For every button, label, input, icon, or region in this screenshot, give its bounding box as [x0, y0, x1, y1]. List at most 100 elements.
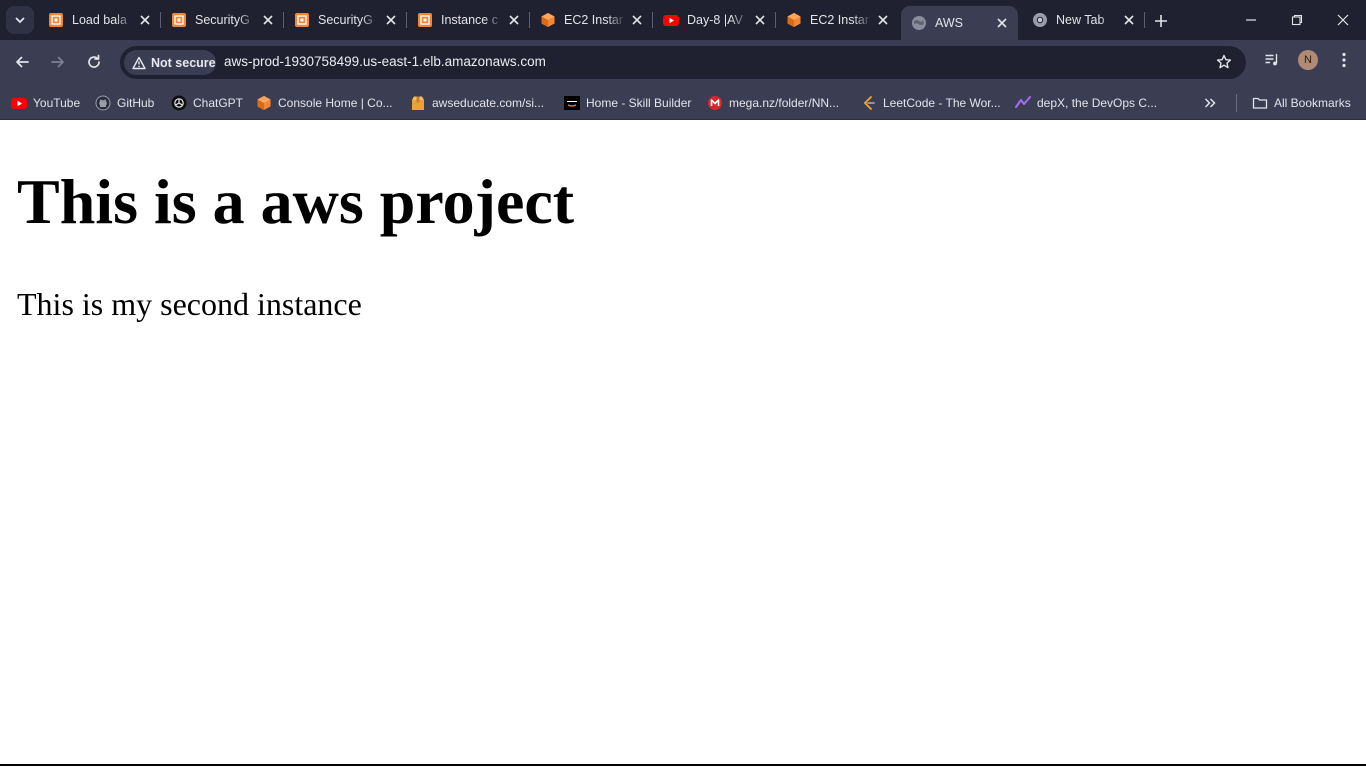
aws-ec2-icon: [171, 12, 187, 28]
chatgpt-icon: [171, 95, 187, 111]
tab-title: SecurityG: [195, 13, 250, 27]
tab-title: SecurityG: [318, 13, 373, 27]
aws-cube-icon: [540, 12, 556, 28]
close-tab-icon[interactable]: [752, 12, 768, 28]
bookmark-awseducate[interactable]: awseducate.com/si...: [410, 93, 544, 113]
tab-security-group-1[interactable]: SecurityG: [161, 4, 284, 36]
all-bookmarks-label: All Bookmarks: [1274, 96, 1351, 110]
tab-search-button[interactable]: [6, 6, 34, 34]
folder-icon: [1252, 95, 1268, 111]
mega-icon: [707, 95, 723, 111]
bookmarks-bar: YouTube GitHub ChatGPT Console Home | Co…: [0, 85, 1366, 120]
bookmark-mega[interactable]: mega.nz/folder/NN...: [707, 93, 839, 113]
bookmark-label: depX, the DevOps C...: [1037, 96, 1158, 110]
bookmark-label: ChatGPT: [193, 96, 244, 110]
bookmark-depx[interactable]: depX, the DevOps C...: [1015, 93, 1157, 113]
tab-title: Load bala: [72, 13, 127, 27]
aws-ec2-icon: [48, 12, 64, 28]
aws-logo-icon: [564, 95, 580, 111]
media-queue-icon: [1265, 54, 1278, 66]
bookmark-chatgpt[interactable]: ChatGPT: [171, 93, 243, 113]
forward-button[interactable]: [44, 48, 72, 76]
close-tab-icon[interactable]: [875, 12, 891, 28]
bookmark-label: YouTube: [33, 96, 81, 110]
restore-icon: [1291, 14, 1303, 26]
arrow-right-icon: [51, 56, 64, 68]
tab-separator: [1144, 12, 1145, 28]
bookmark-leetcode[interactable]: LeetCode - The Wor...: [861, 93, 1001, 113]
security-label: Not secure: [151, 55, 216, 70]
restore-button[interactable]: [1274, 0, 1320, 40]
security-chip[interactable]: Not secure: [124, 50, 216, 75]
new-tab-button[interactable]: [1150, 10, 1172, 32]
tab-title: New Tab: [1056, 13, 1105, 27]
kebab-menu-icon: [1342, 52, 1346, 68]
menu-button[interactable]: [1336, 50, 1352, 70]
box-icon: [410, 95, 426, 111]
youtube-icon: [663, 12, 679, 28]
tab-title: Day-8 |AV: [687, 13, 743, 27]
close-tab-icon[interactable]: [629, 12, 645, 28]
aws-ec2-icon: [294, 12, 310, 28]
tab-aws-active[interactable]: AWS: [901, 6, 1018, 40]
profile-button[interactable]: N: [1298, 50, 1318, 70]
tab-title: EC2 Instar: [564, 13, 624, 27]
bookmark-label: mega.nz/folder/NN...: [729, 96, 840, 110]
bookmark-label: Home - Skill Builder: [586, 96, 692, 110]
tab-load-balancer[interactable]: Load bala: [38, 4, 161, 36]
aws-cube-icon: [786, 12, 802, 28]
tab-youtube-day-8[interactable]: Day-8 |AV: [653, 4, 776, 36]
media-controls-button[interactable]: [1262, 50, 1282, 70]
tab-title: Instance c: [441, 13, 498, 27]
minimize-icon: [1246, 19, 1256, 21]
all-bookmarks-button[interactable]: All Bookmarks: [1252, 93, 1351, 113]
bookmark-star-icon[interactable]: [1216, 54, 1232, 70]
aws-ec2-icon: [417, 12, 433, 28]
reload-icon: [88, 54, 100, 68]
tab-strip: Load bala SecurityG SecurityG Instance c…: [0, 0, 1366, 40]
aws-cube-icon: [256, 95, 272, 111]
reload-button[interactable]: [80, 48, 108, 76]
plus-icon: [1155, 15, 1167, 27]
address-bar[interactable]: Not secure aws-prod-1930758499.us-east-1…: [120, 46, 1246, 79]
minimize-button[interactable]: [1228, 0, 1274, 40]
close-tab-icon[interactable]: [994, 15, 1010, 31]
bookmark-label: GitHub: [117, 96, 155, 110]
bookmark-youtube[interactable]: YouTube: [11, 93, 80, 113]
page-heading: This is a aws project: [17, 166, 575, 237]
url-text[interactable]: aws-prod-1930758499.us-east-1.elb.amazon…: [224, 54, 546, 69]
avatar: N: [1298, 50, 1318, 70]
youtube-icon: [11, 95, 27, 111]
warning-triangle-icon: [132, 56, 146, 70]
close-window-button[interactable]: [1320, 0, 1366, 40]
bookmark-skill-builder[interactable]: Home - Skill Builder: [564, 93, 691, 113]
close-tab-icon[interactable]: [137, 12, 153, 28]
bookmark-console-home[interactable]: Console Home | Co...: [256, 93, 393, 113]
close-icon: [1337, 14, 1349, 26]
tab-title: EC2 Instar: [810, 13, 870, 27]
chevron-down-icon: [15, 17, 25, 24]
tab-instance[interactable]: Instance c: [407, 4, 530, 36]
close-tab-icon[interactable]: [1121, 12, 1137, 28]
tab-ec2-instance-2[interactable]: EC2 Instar: [776, 4, 899, 36]
bookmarks-divider: [1236, 94, 1237, 112]
bookmarks-overflow-button[interactable]: [1203, 93, 1217, 113]
bookmark-label: LeetCode - The Wor...: [883, 96, 1001, 110]
tab-title: AWS: [935, 16, 964, 30]
bookmark-label: Console Home | Co...: [278, 96, 393, 110]
browser-toolbar: Not secure aws-prod-1930758499.us-east-1…: [0, 40, 1366, 85]
close-tab-icon[interactable]: [506, 12, 522, 28]
back-button[interactable]: [8, 48, 36, 76]
bookmark-github[interactable]: GitHub: [95, 93, 154, 113]
bookmark-label: awseducate.com/si...: [432, 96, 545, 110]
tab-new-tab[interactable]: New Tab: [1022, 4, 1145, 36]
arrow-left-icon: [16, 56, 29, 68]
page-paragraph: This is my second instance: [17, 286, 362, 322]
double-chevron-right-icon: [1204, 98, 1216, 108]
close-tab-icon[interactable]: [383, 12, 399, 28]
close-tab-icon[interactable]: [260, 12, 276, 28]
web-page-content: This is a aws project This is my second …: [0, 121, 1366, 766]
tab-ec2-instance-1[interactable]: EC2 Instar: [530, 4, 653, 36]
chrome-icon: [1032, 12, 1048, 28]
tab-security-group-2[interactable]: SecurityG: [284, 4, 407, 36]
